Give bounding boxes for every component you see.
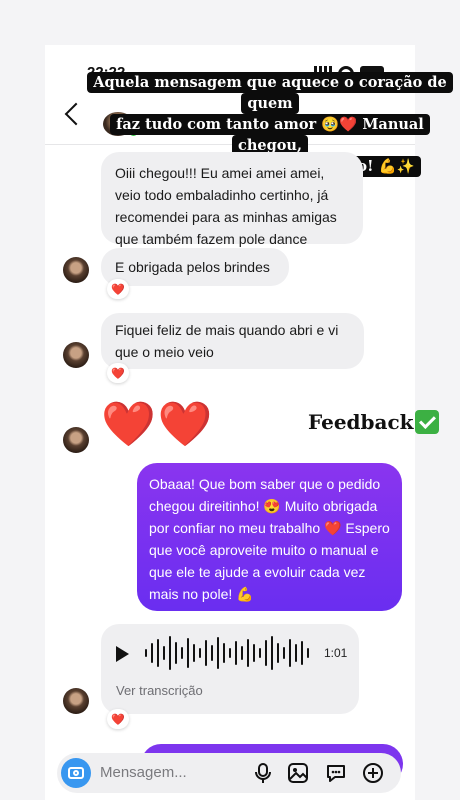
sticker-icon[interactable] [325, 762, 347, 784]
incoming-message[interactable]: Oiii chegou!!! Eu amei amei amei, veio t… [101, 152, 363, 247]
play-icon[interactable] [116, 646, 129, 662]
sender-avatar[interactable] [63, 688, 89, 714]
heart-reaction-icon[interactable]: ❤️ [107, 363, 129, 383]
incoming-message[interactable]: Fiquei feliz de mais quando abri e vi qu… [101, 313, 364, 369]
heart-reaction-icon[interactable]: ❤️ [107, 279, 129, 299]
gallery-icon[interactable] [287, 762, 309, 784]
add-icon[interactable] [362, 762, 384, 784]
feedback-text: Feedback [308, 410, 414, 434]
feedback-label: Feedback [308, 410, 439, 434]
outgoing-message[interactable]: Obaaa! Que bom saber que o pedido chegou… [137, 463, 402, 611]
hearts-emoji-message[interactable]: ❤️❤️ [101, 400, 215, 450]
audio-duration: 1:01 [324, 646, 348, 660]
view-transcript-link[interactable]: Ver transcrição [116, 683, 203, 698]
caption-line-1: Aquela mensagem que aquece o coração de … [87, 72, 453, 114]
microphone-icon[interactable] [252, 762, 274, 784]
check-mark-icon [414, 410, 439, 434]
heart-reaction-icon[interactable]: ❤️ [107, 709, 129, 729]
waveform-icon[interactable] [145, 634, 310, 672]
caption-line-2: faz tudo com tanto amor 🥹❤️ Manual chego… [110, 114, 430, 156]
sender-avatar[interactable] [63, 342, 89, 368]
message-input[interactable]: Mensagem... [100, 764, 187, 781]
camera-icon[interactable] [61, 758, 91, 788]
sender-avatar[interactable] [63, 427, 89, 453]
sender-avatar[interactable] [63, 257, 89, 283]
incoming-message[interactable]: E obrigada pelos brindes [101, 248, 289, 286]
